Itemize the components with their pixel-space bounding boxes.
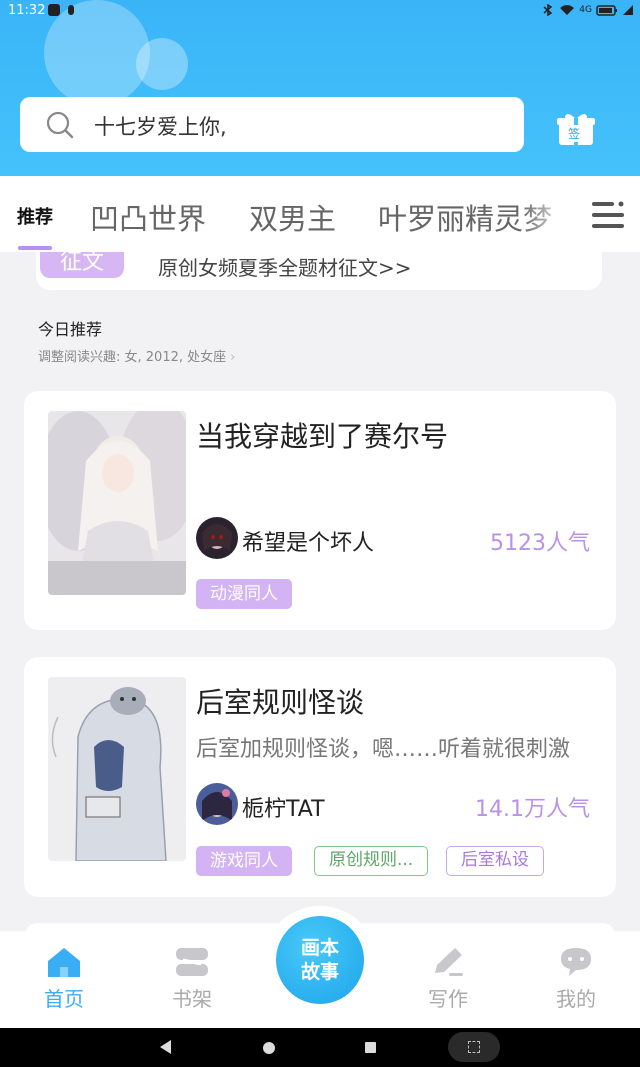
notification-icon	[48, 4, 60, 16]
reading-interest-link[interactable]: 调整阅读兴趣: 女, 2012, 处女座 ›	[38, 346, 235, 365]
category-tabs: 推荐 凹凸世界 双男主 叶罗丽精灵梦	[0, 176, 640, 252]
category-menu-icon[interactable]	[590, 199, 626, 231]
book-title: 后室规则怪谈	[196, 686, 365, 719]
bookshelf-icon	[176, 948, 208, 976]
search-icon	[46, 111, 74, 139]
center-label-line2: 故事	[300, 961, 339, 983]
book-card[interactable]: 当我穿越到了赛尔号 希望是个坏人 5123人气 动漫同人	[24, 391, 616, 630]
popularity-count: 14.1万人气	[475, 797, 590, 822]
book-description: 后室加规则怪谈，嗯……听着就很刺激	[196, 737, 571, 762]
book-cover	[48, 677, 186, 861]
home-circle-icon[interactable]	[263, 1042, 275, 1054]
mic-icon	[68, 5, 74, 15]
center-label-line1: 画本	[300, 937, 339, 959]
book-title: 当我穿越到了赛尔号	[196, 420, 449, 453]
contest-banner[interactable]: 征文 原创女频夏季全题材征文>>	[36, 252, 602, 290]
author-name: 希望是个坏人	[242, 531, 375, 556]
screenshot-icon	[468, 1041, 480, 1053]
recents-icon[interactable]	[365, 1042, 376, 1053]
genre-tag: 动漫同人	[196, 579, 292, 609]
genre-tag: 原创规则...	[314, 846, 429, 876]
nav-write[interactable]: 写作	[408, 945, 488, 1012]
tab-active-indicator	[18, 246, 52, 250]
avatar	[196, 517, 238, 559]
system-nav-bar	[0, 1028, 640, 1067]
wifi-icon	[560, 5, 575, 15]
bluetooth-icon	[543, 4, 553, 16]
chevron-right-icon: ›	[230, 350, 236, 365]
book-cover	[48, 411, 186, 595]
book-card[interactable]: 后室规则怪谈 后室加规则怪谈，嗯……听着就很刺激 栀柠TAT 14.1万人气 游…	[24, 657, 616, 897]
genre-tag: 后室私设	[446, 846, 544, 876]
nav-bookshelf-label: 书架	[172, 987, 212, 1011]
contest-text: 原创女频夏季全题材征文>>	[158, 256, 412, 280]
avatar	[196, 783, 238, 825]
search-input[interactable]: 十七岁爱上你,	[20, 97, 524, 152]
back-icon[interactable]	[160, 1040, 171, 1054]
profile-chat-icon	[561, 948, 591, 976]
network-type: 4G	[579, 5, 592, 15]
search-placeholder: 十七岁爱上你,	[94, 115, 227, 139]
screenshot-button[interactable]	[448, 1032, 500, 1062]
contest-tag: 征文	[40, 252, 124, 278]
checkin-gift-button[interactable]: 签	[556, 111, 596, 147]
nav-home[interactable]: 首页	[24, 945, 104, 1012]
decor-bubble	[136, 38, 188, 90]
status-bar: 11:32 4G	[0, 0, 640, 22]
picture-story-button[interactable]: 画本 故事	[276, 916, 364, 1004]
nav-home-label: 首页	[44, 987, 84, 1011]
nav-bookshelf[interactable]: 书架	[152, 945, 232, 1012]
checkin-label: 签	[568, 125, 581, 142]
home-icon	[48, 948, 80, 977]
status-system-icons: 4G	[541, 4, 634, 16]
nav-me-label: 我的	[556, 987, 596, 1011]
tab-recommend[interactable]: 推荐	[17, 203, 53, 229]
pen-icon	[435, 948, 463, 976]
author-name: 栀柠TAT	[242, 797, 325, 822]
tab-aotu-world[interactable]: 凹凸世界	[90, 196, 206, 238]
status-time: 11:32	[8, 3, 46, 18]
reading-interest-text: 调整阅读兴趣: 女, 2012, 处女座	[38, 350, 227, 365]
nav-me[interactable]: 我的	[536, 945, 616, 1012]
signal-icon	[623, 5, 633, 15]
popularity-count: 5123人气	[490, 531, 590, 556]
section-title: 今日推荐	[38, 320, 103, 339]
tab-double-male[interactable]: 双男主	[249, 196, 336, 238]
battery-icon	[596, 5, 617, 16]
genre-tag: 游戏同人	[196, 846, 292, 876]
nav-write-label: 写作	[428, 987, 468, 1011]
status-notification-icons	[48, 4, 74, 16]
